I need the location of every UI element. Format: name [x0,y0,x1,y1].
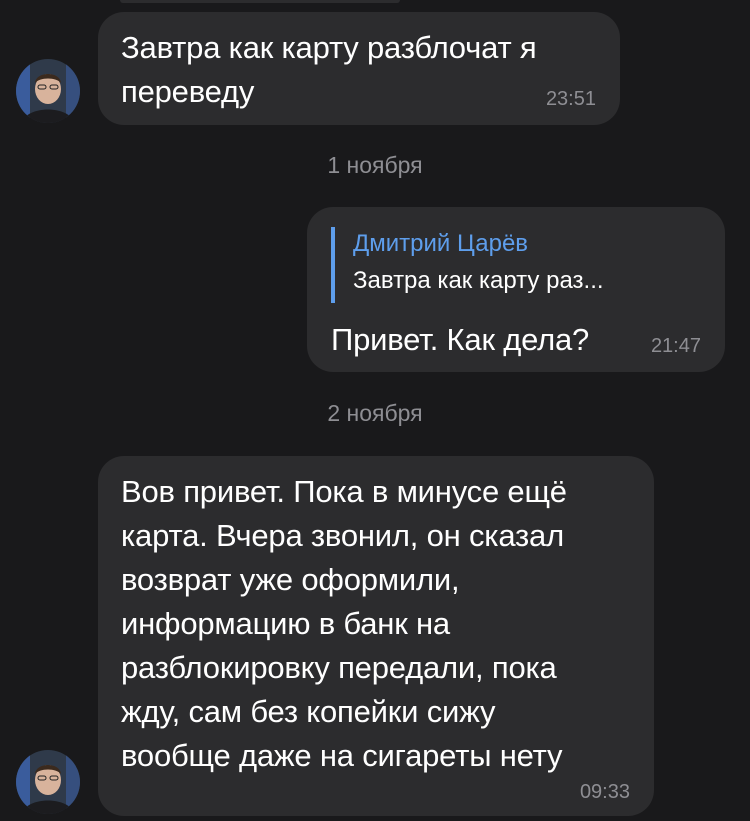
message-bubble-outgoing[interactable]: Дмитрий Царёв Завтра как карту раз... Пр… [307,207,725,372]
message-bubble-incoming[interactable]: Вов привет. Пока в минусе ещё карта. Вче… [98,456,654,816]
avatar[interactable] [16,59,80,123]
message-time: 09:33 [579,781,630,803]
message-text: Завтра как карту разблочат я переведу [121,30,537,109]
avatar[interactable] [16,750,80,814]
message-bubble-incoming[interactable]: Завтра как карту разблочат я переведу 23… [98,12,620,125]
date-separator: 1 ноября [327,152,423,178]
reply-quote-text: Завтра как карту раз... [353,267,604,294]
chat-view: Завтра как карту разблочат я переведу 23… [0,0,750,821]
message-time: 21:47 [650,335,701,357]
reply-author: Дмитрий Царёв [353,230,529,257]
previous-message-edge [120,0,400,3]
message-text: Привет. Как дела? [331,322,590,357]
avatar-photo-icon [16,750,80,814]
message-text: Вов привет. Пока в минусе ещё карта. Вче… [121,474,567,773]
message-time: 23:51 [545,88,596,110]
reply-quote[interactable]: Дмитрий Царёв Завтра как карту раз... [331,227,604,303]
avatar-photo-icon [16,59,80,123]
date-separator: 2 ноября [327,400,423,426]
